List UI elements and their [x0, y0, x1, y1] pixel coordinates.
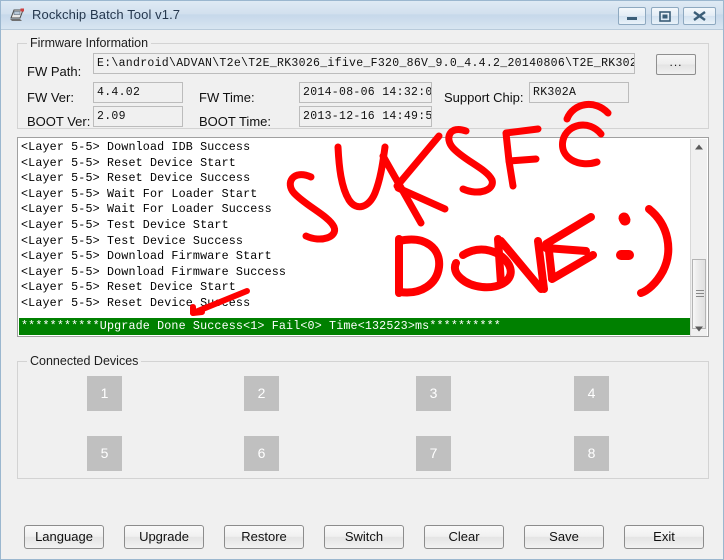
- clear-button[interactable]: Clear: [424, 525, 504, 549]
- upgrade-button[interactable]: Upgrade: [124, 525, 204, 549]
- scrollbar-grip-icon: [696, 290, 704, 297]
- fw-version-value: 4.4.02: [93, 82, 183, 103]
- boot-version-label: BOOT Ver:: [27, 114, 91, 129]
- fw-time-label: FW Time:: [199, 90, 255, 105]
- log-line: <Layer 5-5> Reset Device Start: [21, 280, 236, 295]
- window-title: Rockchip Batch Tool v1.7: [32, 7, 181, 22]
- boot-time-value: 2013-12-16 14:49:50: [299, 106, 432, 127]
- log-scrollbar[interactable]: [690, 139, 707, 336]
- log-line: <Layer 5-5> Wait For Loader Success: [21, 202, 272, 217]
- boot-version-value: 2.09: [93, 106, 183, 127]
- log-panel[interactable]: <Layer 5-5> Download IDB Success <Layer 5…: [17, 137, 709, 337]
- device-slot-6[interactable]: 6: [244, 436, 279, 471]
- log-line: <Layer 5-5> Reset Device Success: [21, 295, 251, 310]
- log-line: <Layer 5-5> Test Device Success: [21, 233, 244, 248]
- maximize-button[interactable]: [651, 7, 679, 25]
- device-slot-5[interactable]: 5: [87, 436, 122, 471]
- device-slot-2[interactable]: 2: [244, 376, 279, 411]
- device-slot-7[interactable]: 7: [416, 436, 451, 471]
- application-window: Rockchip Batch Tool v1.7 Firmware Inform…: [0, 0, 724, 560]
- device-slot-3[interactable]: 3: [416, 376, 451, 411]
- scrollbar-thumb[interactable]: [692, 259, 706, 329]
- browse-button[interactable]: ...: [656, 54, 696, 75]
- log-line: <Layer 5-5> Test Device Start: [21, 217, 229, 232]
- device-slot-4[interactable]: 4: [574, 376, 609, 411]
- fw-time-value: 2014-08-06 14:32:00: [299, 82, 432, 103]
- log-line: <Layer 5-5> Reset Device Start: [21, 155, 236, 170]
- device-slot-8[interactable]: 8: [574, 436, 609, 471]
- minimize-button[interactable]: [618, 7, 646, 25]
- save-button[interactable]: Save: [524, 525, 604, 549]
- firmware-information-legend: Firmware Information: [27, 36, 152, 50]
- upgrade-status-bar: ***********Upgrade Done Success<1> Fail<…: [19, 318, 693, 335]
- fw-path-input[interactable]: E:\android\ADVAN\T2e\T2E_RK3026_ifive_F3…: [93, 53, 635, 74]
- log-line: <Layer 5-5> Download Firmware Start: [21, 249, 272, 264]
- connected-devices-legend: Connected Devices: [27, 354, 142, 368]
- device-slot-1[interactable]: 1: [87, 376, 122, 411]
- title-bar: Rockchip Batch Tool v1.7: [1, 1, 723, 30]
- exit-button[interactable]: Exit: [624, 525, 704, 549]
- log-line: <Layer 5-5> Download IDB Success: [21, 140, 251, 154]
- close-button[interactable]: [683, 7, 716, 25]
- log-line: <Layer 5-5> Reset Device Success: [21, 171, 251, 186]
- language-button[interactable]: Language: [24, 525, 104, 549]
- log-line: <Layer 5-5> Download Firmware Success: [21, 264, 287, 279]
- restore-button[interactable]: Restore: [224, 525, 304, 549]
- scroll-down-arrow-icon[interactable]: [691, 320, 707, 336]
- boot-time-label: BOOT Time:: [199, 114, 271, 129]
- switch-button[interactable]: Switch: [324, 525, 404, 549]
- fw-path-label: FW Path:: [27, 64, 82, 79]
- log-line-list: <Layer 5-5> Download IDB Success <Layer 5…: [18, 138, 692, 312]
- support-chip-value: RK302A: [529, 82, 629, 103]
- log-line: <Layer 5-5> Wait For Loader Start: [21, 186, 258, 201]
- support-chip-label: Support Chip:: [444, 90, 524, 105]
- fw-version-label: FW Ver:: [27, 90, 74, 105]
- scroll-up-arrow-icon[interactable]: [691, 139, 707, 156]
- app-tool-icon: [9, 7, 26, 24]
